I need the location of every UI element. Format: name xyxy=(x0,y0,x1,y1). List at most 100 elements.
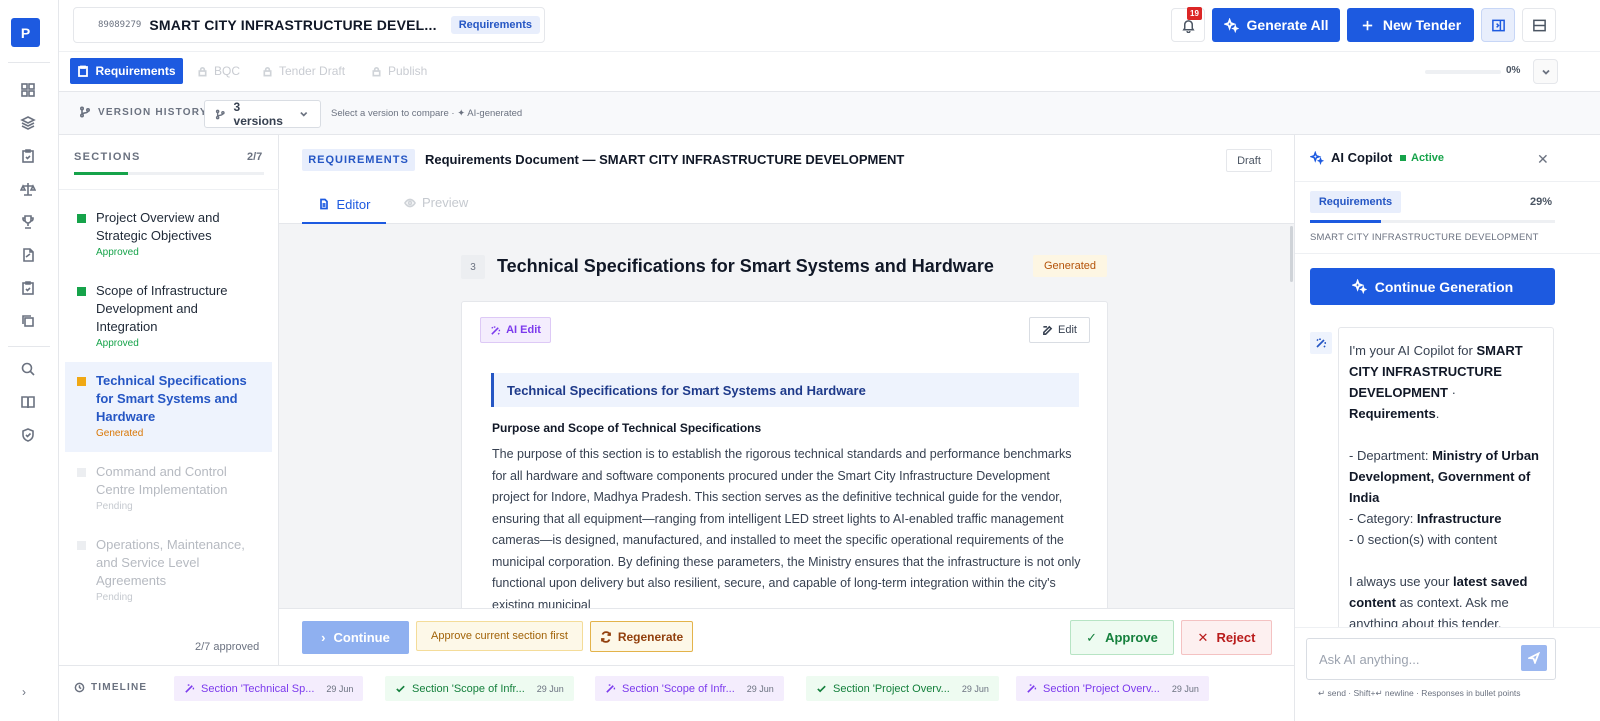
stage-tab-bqc: BQC xyxy=(197,58,240,84)
project-selector[interactable]: 89089279 SMART CITY INFRASTRUCTURE DEVEL… xyxy=(73,7,545,43)
pending-status-square xyxy=(77,468,86,477)
edit-icon xyxy=(1043,325,1053,335)
copilot-chat-input[interactable]: Ask AI anything... xyxy=(1306,638,1556,680)
section-item-title: Project Overview and Strategic Objective… xyxy=(96,210,220,243)
stage-tab-requirements[interactable]: Requirements xyxy=(70,58,183,84)
section-item-command-centre[interactable]: Command and Control Centre Implementatio… xyxy=(65,463,272,515)
tab-editor[interactable]: Editor xyxy=(302,186,386,224)
sections-heading: SECTIONS xyxy=(74,151,141,163)
approved-status-square xyxy=(77,287,86,296)
copilot-progress-label: 29% xyxy=(1530,196,1553,208)
expand-rail-icon[interactable]: › xyxy=(22,685,26,699)
section-status-badge: Generated xyxy=(1033,255,1107,277)
section-item-title: Scope of Infrastructure Development and … xyxy=(96,283,228,334)
book-icon[interactable] xyxy=(18,392,38,412)
overall-progress-bar xyxy=(1425,70,1501,74)
close-copilot-icon[interactable]: ✕ xyxy=(1537,151,1549,168)
document-status-badge: Draft xyxy=(1226,149,1272,172)
stage-tab-label: Requirements xyxy=(95,64,176,78)
ai-edit-button[interactable]: AI Edit xyxy=(480,317,551,343)
magic-wand-icon xyxy=(1027,684,1037,693)
editor-scrollbar[interactable] xyxy=(1290,226,1293,282)
sections-approved-count: 2/7 approved xyxy=(195,641,260,653)
copilot-project-name: SMART CITY INFRASTRUCTURE DEVELOPMENT xyxy=(1310,232,1539,243)
chevron-right-icon: › xyxy=(321,630,326,645)
approve-button[interactable]: ✓ Approve xyxy=(1070,620,1174,655)
trophy-icon[interactable] xyxy=(18,212,38,232)
scales-icon[interactable] xyxy=(18,179,38,199)
document-type-pill: REQUIREMENTS xyxy=(302,149,415,171)
notification-count-badge: 19 xyxy=(1187,7,1202,20)
check-icon xyxy=(396,685,405,693)
edit-button[interactable]: Edit xyxy=(1029,317,1090,343)
version-select[interactable]: 3 versions xyxy=(204,100,321,128)
tab-preview[interactable]: Preview xyxy=(404,195,468,210)
section-item-project-overview[interactable]: Project Overview and Strategic Objective… xyxy=(65,209,272,261)
magic-wand-icon xyxy=(491,325,501,335)
toggle-right-panel-button[interactable] xyxy=(1481,8,1515,42)
copilot-divider xyxy=(1295,181,1600,182)
active-status-dot xyxy=(1400,155,1406,161)
new-tender-button[interactable]: New Tender xyxy=(1347,8,1474,42)
send-icon xyxy=(1528,652,1540,664)
section-item-status: Pending xyxy=(96,501,133,512)
clipboard-check-icon[interactable] xyxy=(18,146,38,166)
new-tender-label: New Tender xyxy=(1382,17,1462,33)
section-item-title: Technical Specifications for Smart Syste… xyxy=(96,373,247,424)
sections-count: 2/7 xyxy=(247,151,263,163)
timeline-event[interactable]: Section 'Technical Sp... 29 Jun xyxy=(174,676,364,701)
chevron-down-icon xyxy=(1541,69,1550,75)
regenerate-button[interactable]: Regenerate xyxy=(590,621,693,652)
lock-icon xyxy=(198,66,207,76)
copilot-message: I'm your AI Copilot for SMART CITY INFRA… xyxy=(1338,327,1554,627)
continue-button[interactable]: › Continue xyxy=(302,621,409,654)
continue-generation-button[interactable]: Continue Generation xyxy=(1310,268,1555,305)
generated-status-square xyxy=(77,377,86,386)
document-icon[interactable] xyxy=(18,245,38,265)
generate-all-button[interactable]: Generate All xyxy=(1212,8,1340,42)
rail-divider xyxy=(8,346,50,347)
copilot-title: AI Copilot xyxy=(1310,150,1392,165)
clock-icon xyxy=(74,682,85,693)
send-message-button[interactable] xyxy=(1521,645,1547,671)
sections-divider xyxy=(59,189,279,190)
collapse-stages-button[interactable] xyxy=(1533,59,1558,84)
search-icon[interactable] xyxy=(18,359,38,379)
shield-icon[interactable] xyxy=(18,425,38,445)
eye-icon xyxy=(404,198,416,207)
check-icon: ✓ xyxy=(1086,629,1098,645)
section-item-operations-maintenance[interactable]: Operations, Maintenance, and Service Lev… xyxy=(65,536,272,606)
sparkles-icon xyxy=(1310,150,1324,165)
section-item-scope[interactable]: Scope of Infrastructure Development and … xyxy=(65,282,272,352)
document-header xyxy=(279,135,1294,224)
project-id: 89089279 xyxy=(98,20,142,30)
generate-all-label: Generate All xyxy=(1246,17,1329,33)
copy-icon[interactable] xyxy=(18,311,38,331)
panel-bottom-icon xyxy=(1532,19,1546,31)
magic-wand-icon xyxy=(1316,338,1326,348)
section-item-technical-specifications[interactable]: Technical Specifications for Smart Syste… xyxy=(65,362,272,452)
magic-wand-icon xyxy=(185,684,195,693)
approved-status-square xyxy=(77,214,86,223)
reject-button[interactable]: ✕ Reject xyxy=(1181,620,1272,655)
git-branch-icon xyxy=(215,109,225,119)
content-body[interactable]: The purpose of this section is to establ… xyxy=(492,444,1084,608)
timeline-event[interactable]: Section 'Scope of Infr... 29 Jun xyxy=(595,676,784,701)
document-title: Requirements Document — SMART CITY INFRA… xyxy=(425,152,905,167)
approve-first-notice: Approve current section first xyxy=(416,621,583,651)
section-item-status: Generated xyxy=(96,428,144,439)
layers-icon[interactable] xyxy=(18,113,38,133)
overall-progress-label: 0% xyxy=(1506,65,1521,76)
stage-tab-label: BQC xyxy=(214,64,241,78)
timeline-event[interactable]: Section 'Scope of Infr... 29 Jun xyxy=(385,676,574,701)
copilot-avatar-icon xyxy=(1310,332,1332,354)
timeline-event[interactable]: Section 'Project Overv... 29 Jun xyxy=(1016,676,1209,701)
section-number: 3 xyxy=(461,255,485,279)
checklist-icon[interactable] xyxy=(18,278,38,298)
project-title: SMART CITY INFRASTRUCTURE DEVEL... xyxy=(149,17,437,33)
dashboard-icon[interactable] xyxy=(18,80,38,100)
section-item-status: Approved xyxy=(96,338,139,349)
app-logo[interactable]: P xyxy=(11,18,40,47)
timeline-event[interactable]: Section 'Project Overv... 29 Jun xyxy=(806,676,999,701)
toggle-bottom-panel-button[interactable] xyxy=(1522,8,1556,42)
